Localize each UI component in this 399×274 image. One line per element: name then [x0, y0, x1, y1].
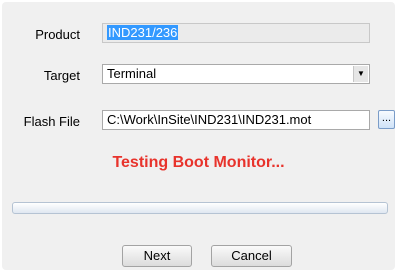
next-button[interactable]: Next	[122, 245, 192, 267]
target-select[interactable]: Terminal ▼	[102, 64, 370, 84]
product-value: IND231/236	[107, 25, 179, 40]
product-label: Product	[35, 27, 80, 42]
chevron-down-icon[interactable]: ▼	[353, 66, 368, 82]
target-value: Terminal	[107, 66, 157, 81]
browse-button[interactable]: ...	[378, 110, 395, 129]
progress-bar	[12, 202, 388, 214]
flash-file-input[interactable]: C:\Work\InSite\IND231\IND231.mot	[102, 110, 370, 130]
product-field[interactable]: IND231/236	[102, 23, 370, 43]
flash-file-label: Flash File	[23, 114, 80, 129]
flash-file-value: C:\Work\InSite\IND231\IND231.mot	[107, 112, 312, 127]
status-message: Testing Boot Monitor...	[112, 154, 285, 171]
flash-dialog: Product IND231/236 Target Terminal ▼ Fla…	[2, 2, 395, 270]
target-label: Target	[43, 68, 80, 83]
cancel-button[interactable]: Cancel	[211, 245, 292, 267]
